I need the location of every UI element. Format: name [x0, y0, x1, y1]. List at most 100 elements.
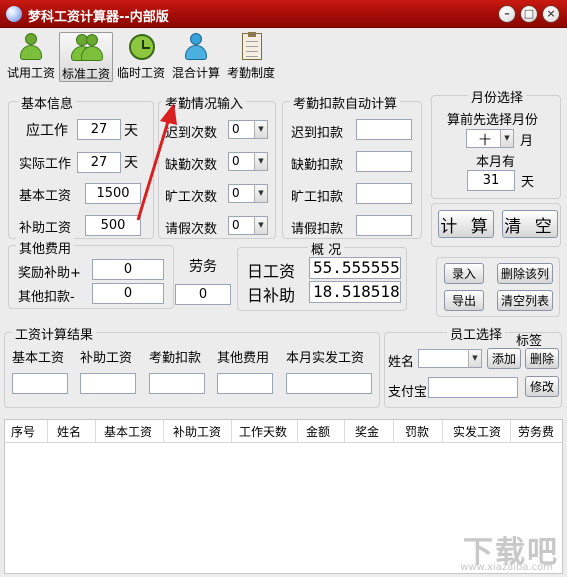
results-title: 工资计算结果	[12, 324, 97, 343]
days-in-month-label: 本月有	[476, 155, 516, 170]
month-select[interactable]: 十 ▼	[466, 129, 514, 148]
other-fees-title: 其他费用	[16, 238, 75, 257]
chevron-down-icon: ▼	[254, 185, 267, 202]
toolbar-label: 临时工资	[116, 66, 165, 80]
work-days-label: 应工作	[26, 123, 68, 139]
result-attendance-field	[149, 373, 205, 394]
late-deduction-label: 迟到扣款	[291, 126, 344, 141]
absent-count-select[interactable]: 0 ▼	[228, 152, 268, 171]
toolbar-mixed-calc[interactable]: 混合计算	[169, 32, 223, 82]
daily-wage-label: 日工资	[247, 262, 296, 281]
other-deduction-label: 其他扣款-	[18, 290, 75, 305]
employee-name-select[interactable]: ▼	[418, 349, 482, 368]
results-group	[4, 332, 380, 408]
chevron-down-icon: ▼	[254, 121, 267, 138]
truancy-count-select[interactable]: 0 ▼	[228, 184, 268, 203]
col-name[interactable]: 姓名	[57, 423, 81, 440]
result-base-field	[12, 373, 68, 394]
result-subsidy-field	[80, 373, 136, 394]
result-subsidy-label: 补助工资	[80, 351, 133, 366]
daily-subsidy-value: 18.518518	[309, 281, 401, 303]
other-deduction-input[interactable]	[92, 283, 164, 304]
clear-list-button[interactable]: 清空列表	[497, 290, 553, 311]
col-index[interactable]: 序号	[11, 423, 35, 440]
col-bonus[interactable]: 奖金	[355, 423, 379, 440]
absent-deduction-label: 缺勤扣款	[291, 158, 344, 173]
result-other-field	[217, 373, 273, 394]
tag-label: 标签	[516, 334, 543, 349]
col-labor-fee[interactable]: 劳务费	[518, 423, 554, 440]
title-bar[interactable]: 梦科工资计算器--内部版 – □ ×	[0, 0, 567, 28]
leave-deduction-label: 请假扣款	[291, 222, 344, 237]
actual-days-label: 实际工作	[19, 157, 72, 172]
import-button[interactable]: 录入	[444, 263, 484, 284]
actual-days-input[interactable]	[77, 152, 121, 173]
toolbar-label: 考勤制度	[226, 66, 275, 80]
month-hint: 算前先选择月份	[447, 113, 539, 128]
calculate-button[interactable]: 计 算	[438, 210, 494, 238]
annotation-arrow	[136, 103, 177, 221]
chevron-down-icon: ▼	[500, 130, 513, 147]
result-base-label: 基本工资	[12, 351, 65, 366]
minimize-button[interactable]: –	[498, 5, 516, 23]
days-unit: 天	[521, 175, 535, 190]
col-amount[interactable]: 金额	[306, 423, 330, 440]
delete-row-button[interactable]: 删除该列	[497, 263, 553, 284]
toolbar-standard-wage[interactable]: 标准工资	[59, 32, 113, 82]
result-actual-field	[286, 373, 372, 394]
people-icon	[181, 32, 211, 62]
result-attendance-label: 考勤扣款	[149, 351, 202, 366]
toolbar-temp-wage[interactable]: 临时工资	[114, 32, 168, 82]
overview-title: 概 况	[308, 239, 345, 258]
export-button[interactable]: 导出	[444, 290, 484, 311]
close-button[interactable]: ×	[542, 5, 560, 23]
bonus-label: 奖励补助+	[18, 266, 81, 281]
clock-icon	[126, 32, 156, 62]
table-header: 序号 姓名 基本工资 补助工资 工作天数 金额 奖金 罚款 实发工资 劳务费	[5, 420, 562, 443]
month-unit: 月	[520, 134, 534, 149]
col-actual-pay[interactable]: 实发工资	[453, 423, 501, 440]
toolbar-trial-wage[interactable]: 试用工资	[4, 32, 58, 82]
subsidy-label: 补助工资	[19, 221, 72, 236]
bonus-input[interactable]	[92, 259, 164, 280]
alipay-input[interactable]	[428, 377, 518, 398]
daily-subsidy-label: 日补助	[247, 286, 296, 305]
col-work-days[interactable]: 工作天数	[239, 423, 287, 440]
truancy-deduction-label: 旷工扣款	[291, 190, 344, 205]
window-title: 梦科工资计算器--内部版	[28, 10, 169, 25]
col-subsidy[interactable]: 补助工资	[173, 423, 221, 440]
toolbar-attendance-rules[interactable]: 考勤制度	[224, 32, 278, 82]
absent-deduction-field	[356, 151, 412, 172]
daily-wage-value: 55.555555	[309, 257, 401, 279]
basic-info-title: 基本信息	[18, 93, 77, 112]
leave-deduction-field	[356, 215, 412, 236]
truancy-deduction-field	[356, 183, 412, 204]
toolbar-label: 试用工资	[6, 66, 55, 80]
employee-name-label: 姓名	[388, 355, 415, 370]
chevron-down-icon: ▼	[468, 350, 481, 367]
maximize-button[interactable]: □	[520, 5, 538, 23]
app-icon	[6, 6, 22, 22]
late-deduction-field	[356, 119, 412, 140]
col-base-salary[interactable]: 基本工资	[104, 423, 152, 440]
leave-count-select[interactable]: 0 ▼	[228, 216, 268, 235]
chevron-down-icon: ▼	[254, 217, 267, 234]
work-days-input[interactable]	[77, 119, 121, 140]
delete-employee-button[interactable]: 删除	[525, 348, 559, 369]
col-penalty[interactable]: 罚款	[405, 423, 429, 440]
attendance-deduction-title: 考勤扣款自动计算	[290, 93, 401, 112]
person-icon	[71, 33, 103, 63]
toolbar-label: 标准工资	[61, 67, 110, 81]
alipay-label: 支付宝	[388, 385, 428, 400]
labor-label: 劳务	[189, 259, 217, 275]
result-actual-label: 本月实发工资	[286, 351, 365, 366]
days-in-month-input[interactable]	[467, 170, 515, 191]
clear-button[interactable]: 清 空	[502, 210, 558, 238]
employee-title: 员工选择	[447, 324, 506, 343]
base-salary-label: 基本工资	[19, 189, 72, 204]
chevron-down-icon: ▼	[254, 153, 267, 170]
edit-employee-button[interactable]: 修改	[525, 376, 559, 397]
add-employee-button[interactable]: 添加	[487, 348, 521, 369]
labor-input[interactable]	[175, 284, 231, 305]
late-count-select[interactable]: 0 ▼	[228, 120, 268, 139]
